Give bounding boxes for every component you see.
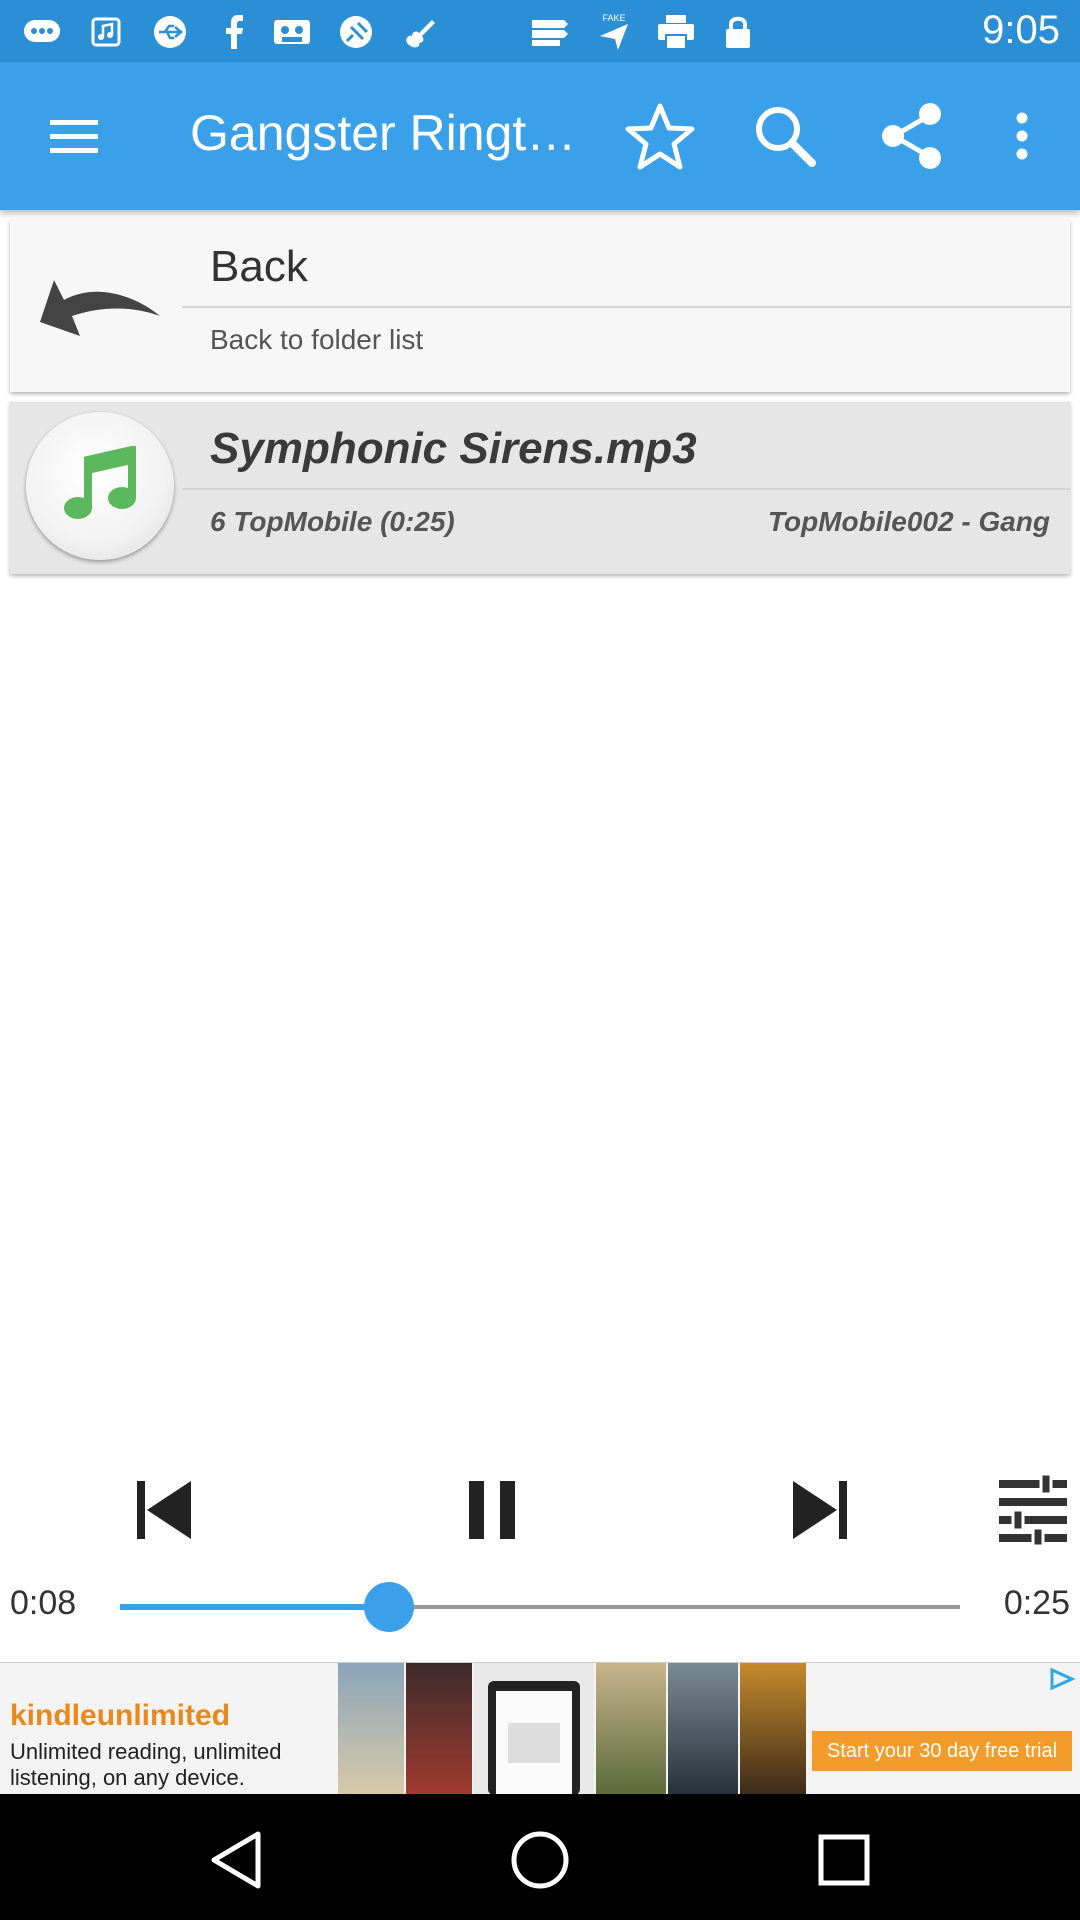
search-icon[interactable]	[745, 96, 825, 176]
list-item-track[interactable]: Symphonic Sirens.mp3 6 TopMobile (0:25) …	[10, 402, 1070, 574]
ad-text: Unlimited reading, unlimited listening, …	[10, 1739, 282, 1790]
cassette-icon	[272, 14, 312, 50]
back-subtitle: Back to folder list	[210, 324, 424, 355]
news-icon	[530, 14, 570, 50]
next-button[interactable]	[780, 1470, 860, 1550]
book-cover-image	[596, 1663, 666, 1794]
book-cover-image	[740, 1663, 806, 1794]
more-vert-icon[interactable]	[982, 96, 1062, 176]
navigation-bar	[0, 1794, 1080, 1920]
usb-icon	[150, 14, 190, 50]
equalizer-icon[interactable]	[992, 1470, 1074, 1550]
violin-icon	[400, 14, 440, 50]
back-nav-icon[interactable]	[196, 1820, 276, 1900]
lock-icon	[718, 14, 758, 50]
pause-button[interactable]	[452, 1470, 532, 1550]
star-icon[interactable]	[620, 96, 700, 176]
track-artist: TopMobile002 - Gang	[767, 506, 1050, 537]
app-bar: Gangster Ringt…	[0, 62, 1080, 210]
home-nav-icon[interactable]	[500, 1820, 580, 1900]
back-title: Back	[210, 242, 308, 291]
book-cover-image	[406, 1663, 472, 1794]
svg-text:FAKE: FAKE	[602, 13, 625, 23]
menu-icon[interactable]	[34, 96, 114, 176]
seek-bar-progress	[120, 1604, 389, 1610]
list-item-back[interactable]: Back Back to folder list	[10, 220, 1070, 392]
track-subtitle: 6 TopMobile (0:25)	[210, 506, 455, 537]
duration-time: 0:25	[1003, 1584, 1070, 1622]
clock: 9:05	[982, 8, 1060, 52]
music-icon	[86, 14, 126, 50]
app-title: Gangster Ringt…	[190, 105, 577, 161]
book-cover-image	[668, 1663, 738, 1794]
ad-brand: kindleunlimited	[10, 1699, 231, 1732]
back-arrow-icon	[36, 270, 166, 340]
recents-nav-icon[interactable]	[804, 1820, 884, 1900]
satellite-icon	[336, 14, 376, 50]
previous-button[interactable]	[124, 1470, 204, 1550]
ad-cta-button[interactable]: Start your 30 day free trial	[812, 1731, 1072, 1771]
status-bar: FAKE 9:05	[0, 0, 1080, 62]
row-divider	[182, 488, 1070, 490]
music-note-icon	[26, 412, 174, 560]
ad-banner[interactable]: kindleunlimited Unlimited reading, unlim…	[0, 1662, 1080, 1794]
print-icon	[656, 14, 696, 50]
facebook-icon	[214, 14, 254, 50]
messaging-icon	[22, 14, 62, 50]
ad-choices-icon[interactable]	[1046, 1667, 1076, 1691]
share-icon[interactable]	[872, 96, 952, 176]
book-cover-image	[338, 1663, 404, 1794]
elapsed-time: 0:08	[10, 1584, 77, 1622]
track-title: Symphonic Sirens.mp3	[210, 424, 697, 473]
tablet-device-image	[474, 1663, 594, 1794]
fake-gps-icon: FAKE	[594, 13, 634, 50]
seek-bar-thumb[interactable]	[363, 1582, 414, 1632]
row-divider	[182, 306, 1070, 308]
